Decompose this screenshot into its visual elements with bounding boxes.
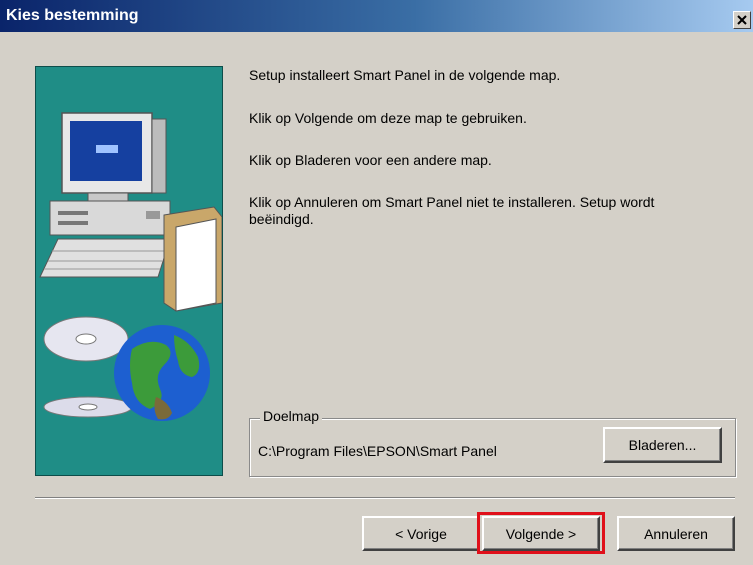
setup-illustration-panel <box>35 66 223 476</box>
destination-path: C:\Program Files\EPSON\Smart Panel <box>258 443 497 459</box>
window-title: Kies bestemming <box>6 7 139 24</box>
cancel-instruction-line2: beëindigd. <box>249 211 314 227</box>
computer-case-icon <box>49 200 171 236</box>
close-icon <box>737 15 747 25</box>
close-button[interactable] <box>733 11 751 29</box>
cancel-instruction-line1: Klik op Annuleren om Smart Panel niet te… <box>249 194 655 210</box>
software-box-icon <box>163 206 223 312</box>
next-instruction-text: Klik op Volgende om deze map te gebruike… <box>249 110 527 126</box>
footer-separator <box>35 497 735 499</box>
computer-cd-globe-illustration <box>39 112 223 421</box>
cancel-instruction-text: Klik op Annuleren om Smart Panel niet te… <box>249 194 729 228</box>
title-bar: Kies bestemming <box>0 0 753 32</box>
browse-button[interactable]: Bladeren... <box>603 427 722 463</box>
back-button[interactable]: < Vorige <box>362 516 480 551</box>
cancel-button[interactable]: Annuleren <box>617 516 735 551</box>
destination-group-label: Doelmap <box>260 408 323 424</box>
browse-instruction-text: Klik op Bladeren voor een andere map. <box>249 152 492 168</box>
monitor-icon <box>61 112 167 202</box>
next-button-highlight <box>477 512 605 554</box>
globe-icon <box>114 325 210 421</box>
install-location-text: Setup installeert Smart Panel in de volg… <box>249 67 561 83</box>
keyboard-icon <box>39 238 171 278</box>
